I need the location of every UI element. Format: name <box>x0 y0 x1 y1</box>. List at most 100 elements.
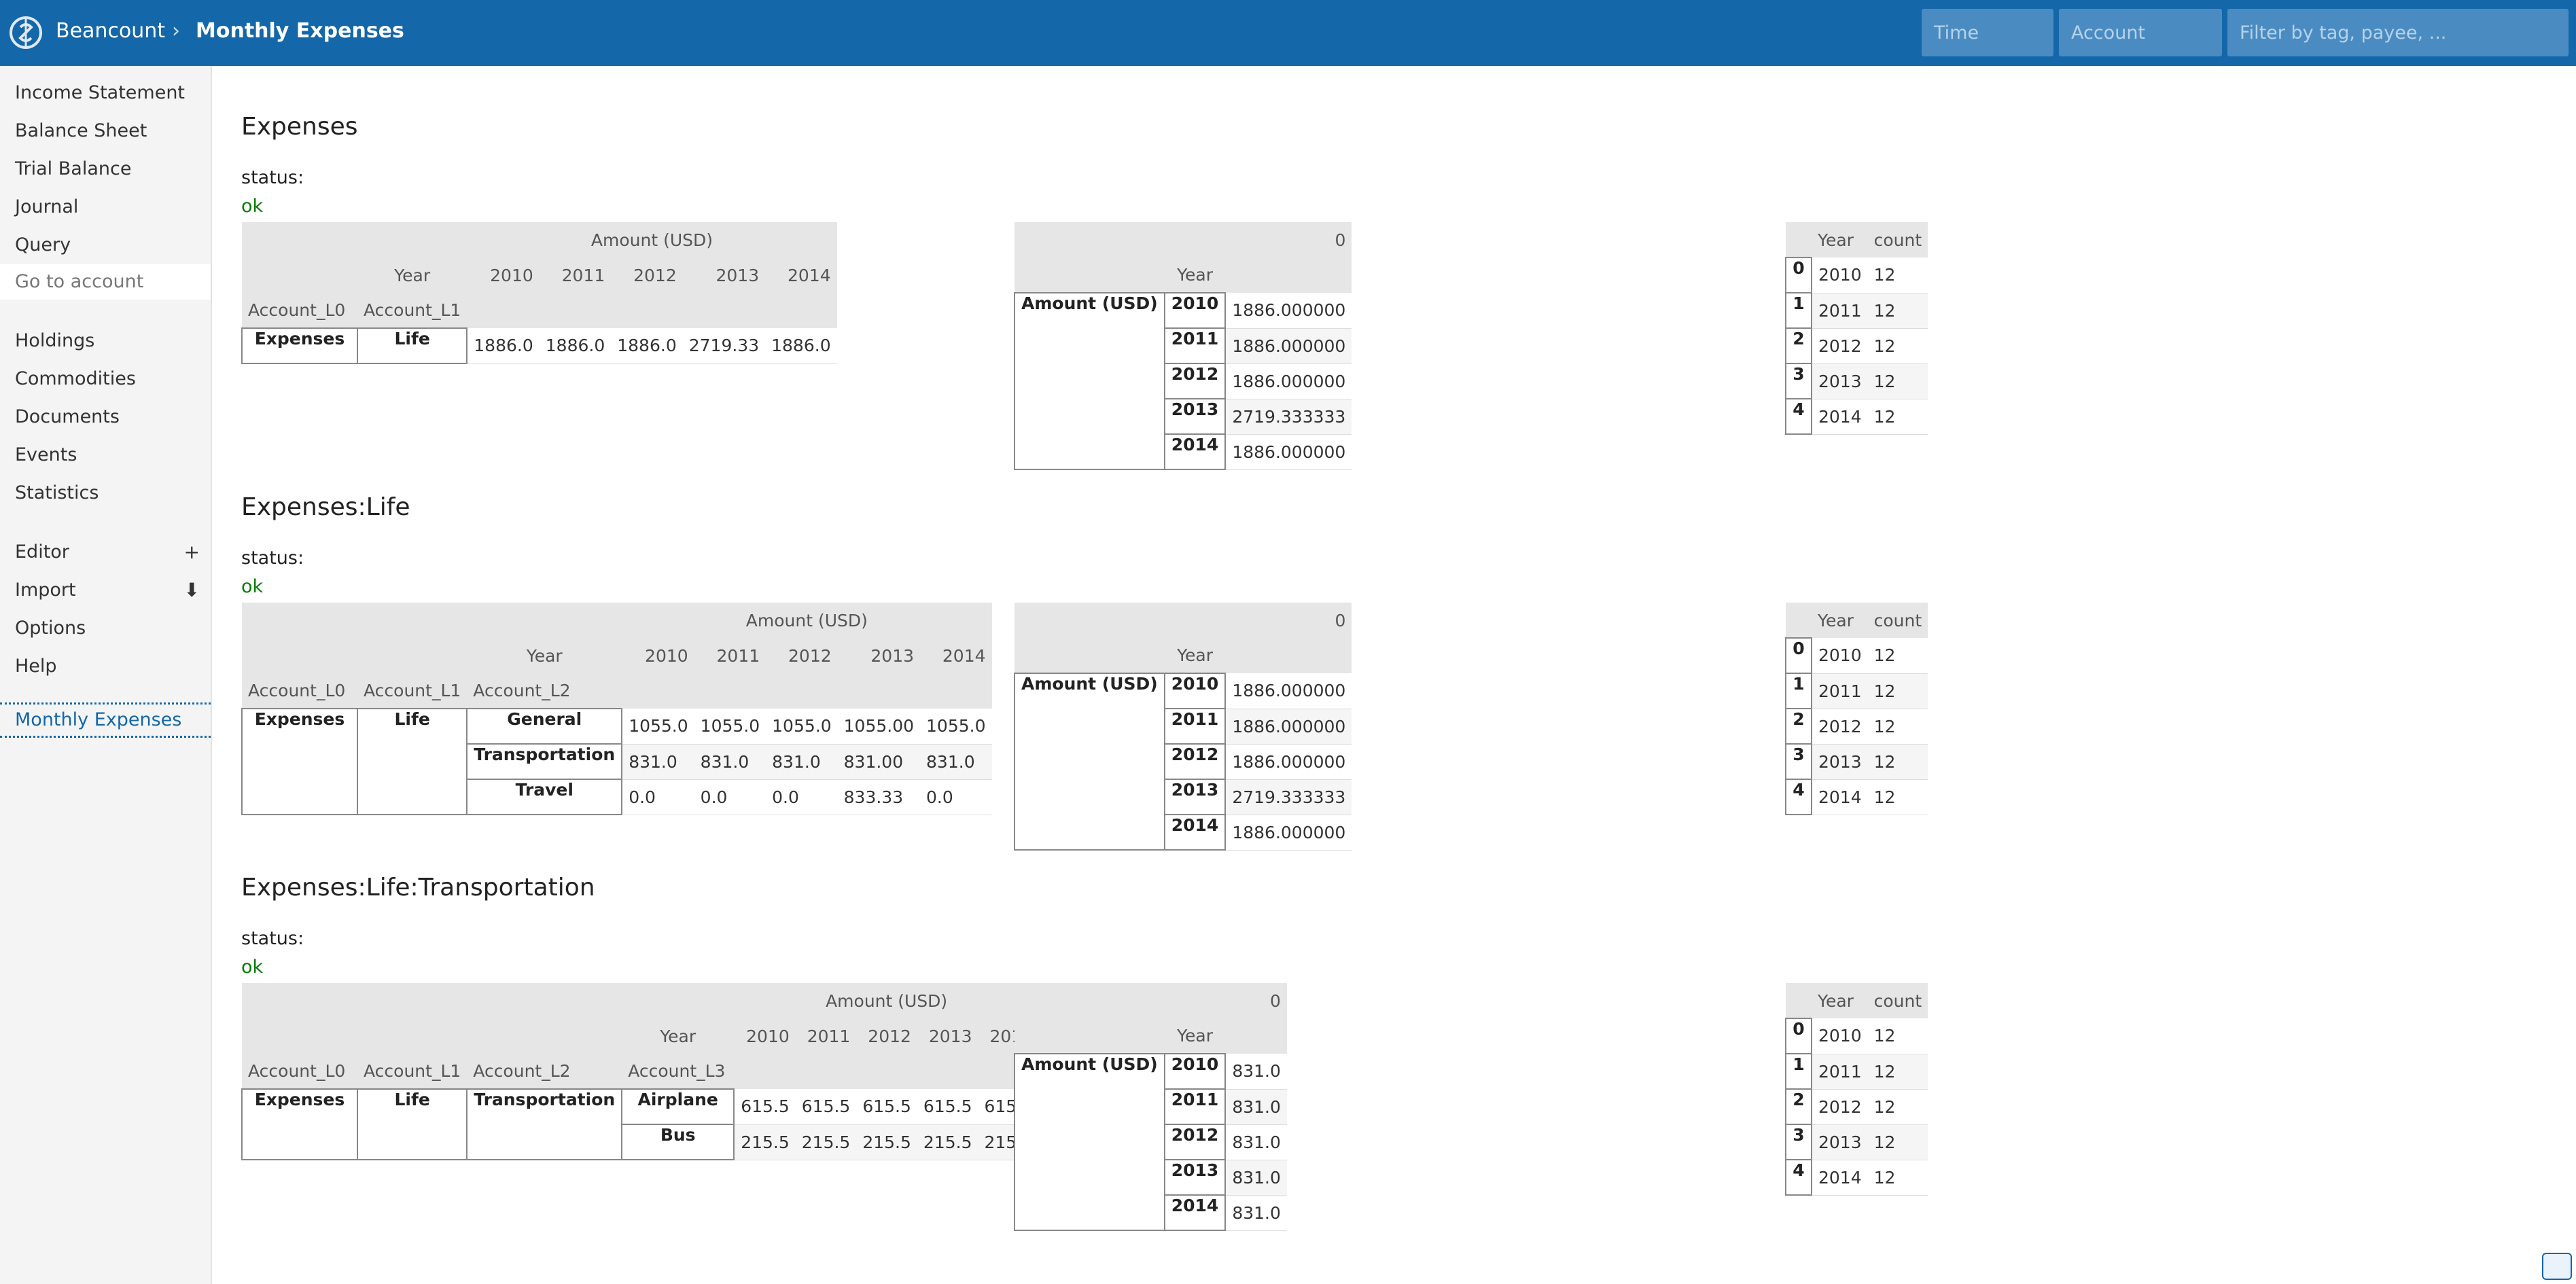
sidebar-item-label: Statistics <box>15 482 99 503</box>
row-group: Life <box>356 1088 468 1160</box>
table-cell: 1886.000000 <box>1225 673 1352 709</box>
row-group: Expenses <box>241 1088 358 1160</box>
sidebar-item-editor[interactable]: Editor + <box>0 535 211 570</box>
go-to-account-input[interactable]: Go to account <box>0 264 211 300</box>
sidebar-item-monthly-expenses[interactable]: Monthly Expenses <box>0 702 211 738</box>
beancount-logo-icon[interactable] <box>8 15 43 50</box>
table-cell: 12 <box>1867 328 1928 364</box>
row-index: 2014 <box>1163 1194 1227 1231</box>
table-cell: 2011 <box>1812 293 1868 329</box>
download-arrow-icon: ⬇ <box>183 579 200 601</box>
table-cell: 2719.333333 <box>1225 779 1352 815</box>
table-cell: 12 <box>1867 673 1928 709</box>
column-header: Year <box>1812 983 1868 1018</box>
table-cell: 2012 <box>1812 1089 1868 1125</box>
table-row: 0 2010 12 <box>1785 637 1928 674</box>
index-name: Account_L2 <box>467 673 622 709</box>
table-row: Amount (USD) 2010 1886.000000 <box>1014 673 1352 851</box>
row-index: Life <box>356 327 468 364</box>
table-cell: 831.0 <box>1225 1054 1287 1090</box>
sidebar-item-query[interactable]: Query <box>0 228 211 263</box>
sidebar-item-statistics[interactable]: Statistics <box>0 476 211 511</box>
row-index: 2 <box>1785 1088 1812 1125</box>
sidebar-item-label: Income Statement <box>15 82 186 103</box>
index-name: Account_L0 <box>242 293 357 328</box>
column-header: Year <box>1812 222 1868 257</box>
table-cell: 2011 <box>1812 673 1868 709</box>
series-table: 0 Year Amount (USD) 2010 831.0 2011 831.0 2… <box>1014 983 1287 1231</box>
table-cell: 0.0 <box>694 779 766 815</box>
sidebar-item-events[interactable]: Events <box>0 438 211 473</box>
row-index: 2014 <box>1163 433 1227 470</box>
amount-header: Amount (USD) <box>467 222 837 257</box>
row-index: 2010 <box>1163 292 1227 329</box>
pivot-table: Amount (USD) Year 2010 2011 2012 2013 20… <box>241 222 837 364</box>
table-cell: 831.0 <box>920 744 992 780</box>
row-group: Transportation <box>466 1088 623 1160</box>
corner-widget-icon[interactable] <box>2542 1253 2572 1280</box>
series-table: 0 Year Amount (USD) 2010 1886.000000 2011 1… <box>1014 222 1352 470</box>
brand-link[interactable]: Beancount <box>56 19 165 43</box>
sidebar-item-journal[interactable]: Journal <box>0 190 211 225</box>
tag-payee-filter-input[interactable] <box>2227 9 2569 56</box>
sidebar-item-documents[interactable]: Documents <box>0 399 211 435</box>
count-table: Year count 0 2010 12 1 2011 12 2 2012 12 3 2013 1… <box>1785 222 1928 435</box>
sidebar-item-trial-balance[interactable]: Trial Balance <box>0 151 211 187</box>
table-cell: 2012 <box>1812 709 1868 745</box>
row-index: Expenses <box>241 327 358 364</box>
table-cell: 1055.0 <box>920 709 992 745</box>
year-header: Year <box>467 638 622 673</box>
sidebar-item-label: Editor <box>15 541 69 563</box>
year-header: Year <box>1164 257 1226 293</box>
row-index: 4 <box>1785 398 1812 435</box>
plus-icon[interactable]: + <box>184 535 200 570</box>
status-label: status: <box>241 928 304 949</box>
row-index: 2 <box>1785 708 1812 745</box>
table-cell: 2011 <box>1812 1054 1868 1090</box>
table-row: 4 2014 12 <box>1785 1159 1928 1196</box>
row-index: 3 <box>1785 1124 1812 1160</box>
row-index: 0 <box>1785 637 1812 674</box>
row-index: 4 <box>1785 1159 1812 1196</box>
sidebar-item-holdings[interactable]: Holdings <box>0 323 211 359</box>
row-index: 1 <box>1785 673 1812 709</box>
sidebar-item-balance-sheet[interactable]: Balance Sheet <box>0 113 211 149</box>
table-row: Amount (USD) 2010 1886.000000 <box>1014 292 1352 470</box>
row-index: 2013 <box>1163 779 1227 815</box>
sidebar-item-commodities[interactable]: Commodities <box>0 361 211 397</box>
table-cell: 12 <box>1867 1054 1928 1090</box>
table-cell: 0.0 <box>920 779 992 815</box>
index-name: Account_L0 <box>242 673 357 709</box>
table-cell: 615.5 <box>917 1089 978 1125</box>
table-cell: 1886.000000 <box>1225 363 1352 399</box>
table-cell: 615.5 <box>856 1089 917 1125</box>
account-filter-input[interactable] <box>2059 9 2222 56</box>
table-cell: 1055.0 <box>766 709 838 745</box>
year-column: 2011 <box>694 638 766 673</box>
sidebar: Income Statement Balance Sheet Trial Bal… <box>0 66 212 1284</box>
table-cell: 2010 <box>1812 257 1868 293</box>
time-filter-input[interactable] <box>1922 9 2053 56</box>
table-cell: 1886.000000 <box>1225 293 1352 329</box>
table-cell: 2012 <box>1812 328 1868 364</box>
column-header: count <box>1867 222 1928 257</box>
status-label: status: <box>241 167 304 188</box>
table-cell: 2719.333333 <box>1225 399 1352 435</box>
column-header: 0 <box>1225 222 1352 257</box>
row-index: 3 <box>1785 743 1812 780</box>
sidebar-item-import[interactable]: Import ⬇ <box>0 573 211 608</box>
column-header: count <box>1867 983 1928 1018</box>
row-index: 2012 <box>1163 1124 1227 1160</box>
table-cell: 1055.00 <box>837 709 921 745</box>
column-header: 0 <box>1225 603 1352 638</box>
table-row: 1 2011 12 <box>1785 1053 1928 1090</box>
sidebar-item-label: Events <box>15 444 77 465</box>
row-index: 2010 <box>1163 673 1227 709</box>
page-title: Monthly Expenses <box>196 19 404 43</box>
sidebar-item-options[interactable]: Options <box>0 611 211 646</box>
sidebar-item-income-statement[interactable]: Income Statement <box>0 75 211 111</box>
sidebar-item-help[interactable]: Help <box>0 649 211 684</box>
sidebar-item-label: Help <box>15 656 57 677</box>
row-index: Bus <box>621 1124 735 1160</box>
table-cell: 831.0 <box>766 744 838 780</box>
